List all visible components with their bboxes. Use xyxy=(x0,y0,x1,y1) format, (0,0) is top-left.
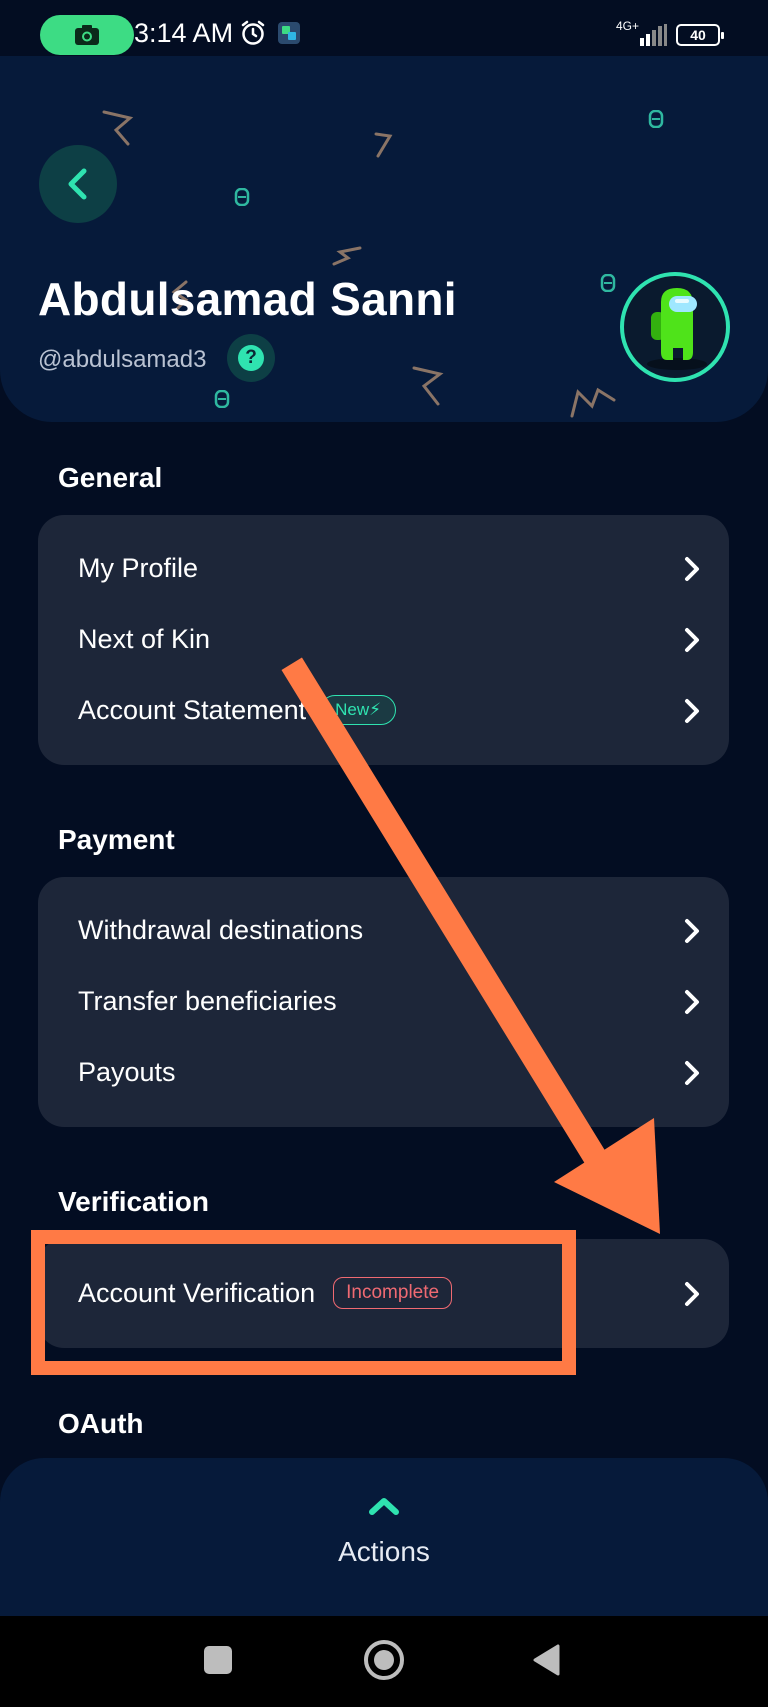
menu-item-transfer-beneficiaries[interactable]: Transfer beneficiaries xyxy=(38,966,729,1036)
home-button[interactable] xyxy=(364,1640,404,1680)
menu-item-label: My Profile xyxy=(78,552,199,583)
menu-item-account-statement[interactable]: Account Statement New⚡ xyxy=(38,675,729,745)
network-type-label: 4G+ xyxy=(616,19,640,33)
section-title-oauth: OAuth xyxy=(58,1408,144,1439)
menu-item-my-profile[interactable]: My Profile xyxy=(38,533,729,603)
chevron-right-icon xyxy=(685,1282,699,1306)
decoration-coin-icon xyxy=(234,188,250,206)
decoration-squiggle-icon xyxy=(332,246,362,266)
chevron-right-icon xyxy=(685,990,699,1014)
avatar-icon xyxy=(647,288,707,370)
decoration-coin-icon xyxy=(600,274,616,292)
chevron-right-icon xyxy=(685,557,699,581)
section-title-general: General xyxy=(58,462,163,493)
decoration-coin-icon xyxy=(214,390,230,408)
profile-name: Abdulsamad Sanni xyxy=(38,273,457,325)
menu-item-label: Next of Kin xyxy=(78,623,211,654)
help-icon[interactable]: ? xyxy=(227,334,275,382)
actions-sheet[interactable]: Actions xyxy=(0,1458,768,1616)
status-bar: 3:14 AM 4G+ 40 xyxy=(0,0,768,62)
back-nav-button[interactable] xyxy=(532,1643,562,1677)
camera-icon xyxy=(75,25,99,45)
alarm-icon xyxy=(241,20,265,45)
menu-item-account-verification[interactable]: Account Verification Incomplete xyxy=(38,1258,729,1328)
menu-item-withdrawal-destinations[interactable]: Withdrawal destinations xyxy=(38,895,729,965)
navigation-bar xyxy=(0,1616,768,1707)
chevron-right-icon xyxy=(685,628,699,652)
actions-label: Actions xyxy=(338,1536,430,1567)
decoration-squiggle-icon xyxy=(374,132,393,158)
new-badge: New⚡ xyxy=(320,695,397,725)
section-title-payment: Payment xyxy=(58,824,175,855)
chevron-up-icon xyxy=(369,1498,399,1515)
decoration-coin-icon xyxy=(648,110,664,128)
verification-card: Account Verification Incomplete xyxy=(38,1239,729,1348)
menu-item-label: Account Statement xyxy=(78,694,307,725)
app-notification-icon xyxy=(278,22,300,44)
back-arrow-icon xyxy=(68,168,87,200)
chevron-right-icon xyxy=(685,699,699,723)
menu-item-payouts[interactable]: Payouts xyxy=(38,1037,729,1107)
chevron-right-icon xyxy=(685,919,699,943)
decoration-squiggle-icon xyxy=(412,366,444,406)
back-button[interactable] xyxy=(39,145,117,223)
status-time: 3:14 AM xyxy=(134,18,234,48)
recent-apps-button[interactable] xyxy=(204,1646,232,1674)
payment-card: Withdrawal destinations Transfer benefic… xyxy=(38,877,729,1127)
chevron-right-icon xyxy=(685,1061,699,1085)
decoration-squiggle-icon xyxy=(102,110,134,146)
signal-icon xyxy=(640,24,667,46)
menu-item-label: Payouts xyxy=(78,1056,176,1087)
menu-item-next-of-kin[interactable]: Next of Kin xyxy=(38,604,729,674)
menu-item-label: Transfer beneficiaries xyxy=(78,985,337,1016)
profile-handle: @abdulsamad3 xyxy=(38,346,207,373)
menu-item-label: Withdrawal destinations xyxy=(78,914,364,945)
screen-recorder-pill[interactable] xyxy=(40,15,134,55)
decoration-squiggle-icon xyxy=(570,387,616,418)
section-title-verification: Verification xyxy=(58,1186,209,1217)
battery-icon: 40 xyxy=(676,24,724,46)
general-card: My Profile Next of Kin Account Statement… xyxy=(38,515,729,765)
menu-item-label: Account Verification xyxy=(78,1277,316,1308)
avatar[interactable] xyxy=(620,272,730,382)
incomplete-badge: Incomplete xyxy=(333,1277,453,1309)
